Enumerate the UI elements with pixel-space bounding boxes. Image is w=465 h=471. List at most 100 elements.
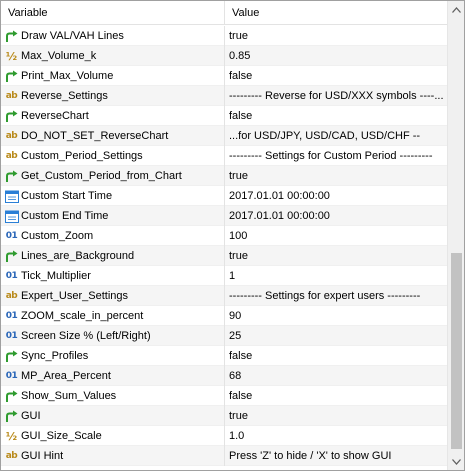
string-ab-icon: ab xyxy=(5,291,18,301)
parameter-row[interactable]: ab Reverse_Settings --------- Reverse for … xyxy=(1,86,447,106)
parameter-value-cell[interactable]: 68 xyxy=(225,366,447,386)
column-header-variable[interactable]: Variable xyxy=(1,1,225,25)
parameter-value-cell[interactable]: 2017.01.01 00:00:00 xyxy=(225,206,447,226)
parameter-name-cell[interactable]: Draw VAL/VAH Lines xyxy=(1,26,225,46)
parameter-name-cell[interactable]: Lines_are_Background xyxy=(1,246,225,266)
parameter-value-cell[interactable]: 90 xyxy=(225,306,447,326)
double-half-icon: ½ xyxy=(5,49,18,63)
parameter-name-cell[interactable]: ab Reverse_Settings xyxy=(1,86,225,106)
parameter-row[interactable]: GUI true xyxy=(1,406,447,426)
parameter-name: Custom End Time xyxy=(21,210,109,222)
grid-header: Variable Value xyxy=(1,1,447,25)
calendar-icon xyxy=(4,189,19,203)
parameter-value-cell[interactable]: true xyxy=(225,166,447,186)
parameter-value-cell[interactable]: false xyxy=(225,106,447,126)
parameter-row[interactable]: Print_Max_Volume false xyxy=(1,66,447,86)
parameter-name-cell[interactable]: ab Custom_Period_Settings xyxy=(1,146,225,166)
parameter-value-cell[interactable]: 100 xyxy=(225,226,447,246)
parameter-row[interactable]: Show_Sum_Values false xyxy=(1,386,447,406)
parameter-value-cell[interactable]: 2017.01.01 00:00:00 xyxy=(225,186,447,206)
parameter-row[interactable]: 01 Tick_Multiplier 1 xyxy=(1,266,447,286)
parameter-name: Max_Volume_k xyxy=(21,50,97,62)
parameter-value-cell[interactable]: false xyxy=(225,386,447,406)
bool-arrow-icon xyxy=(4,249,19,263)
parameter-row[interactable]: Sync_Profiles false xyxy=(1,346,447,366)
parameter-name-cell[interactable]: Get_Custom_Period_from_Chart xyxy=(1,166,225,186)
parameter-name: Sync_Profiles xyxy=(21,350,89,362)
parameter-value-cell[interactable]: true xyxy=(225,26,447,46)
parameter-name-cell[interactable]: Sync_Profiles xyxy=(1,346,225,366)
parameter-value-cell[interactable]: true xyxy=(225,246,447,266)
parameter-name-cell[interactable]: Custom Start Time xyxy=(1,186,225,206)
parameter-value-cell[interactable]: 0.85 xyxy=(225,46,447,66)
integer-01-icon: 01 xyxy=(5,311,18,321)
vertical-scrollbar[interactable] xyxy=(447,1,464,470)
parameter-row[interactable]: Lines_are_Background true xyxy=(1,246,447,266)
parameter-row[interactable]: ab Custom_Period_Settings --------- Settin… xyxy=(1,146,447,166)
string-ab-icon: ab xyxy=(5,151,18,161)
parameter-name-cell[interactable]: ab DO_NOT_SET_ReverseChart xyxy=(1,126,225,146)
integer-01-icon: 01 xyxy=(5,271,18,281)
bool-arrow-icon xyxy=(4,389,19,403)
parameter-name-cell[interactable]: 01 Screen Size % (Left/Right) xyxy=(1,326,225,346)
parameter-value-cell[interactable]: --------- Settings for expert users ----… xyxy=(225,286,447,306)
string-ab-icon: ab xyxy=(5,91,18,101)
parameter-name-cell[interactable]: ReverseChart xyxy=(1,106,225,126)
parameter-name: MP_Area_Percent xyxy=(21,370,111,382)
parameter-row[interactable]: Draw VAL/VAH Lines true xyxy=(1,26,447,46)
parameter-name: ZOOM_scale_in_percent xyxy=(21,310,144,322)
parameter-row[interactable]: 01 MP_Area_Percent 68 xyxy=(1,366,447,386)
scroll-down-icon xyxy=(452,458,461,465)
parameter-name-cell[interactable]: Show_Sum_Values xyxy=(1,386,225,406)
parameter-name-cell[interactable]: Custom End Time xyxy=(1,206,225,226)
parameter-row[interactable]: Get_Custom_Period_from_Chart true xyxy=(1,166,447,186)
parameter-name-cell[interactable]: 01 MP_Area_Percent xyxy=(1,366,225,386)
parameter-row[interactable]: ab GUI Hint Press 'Z' to hide / 'X' to sho… xyxy=(1,446,447,466)
parameter-name: Custom_Period_Settings xyxy=(21,150,143,162)
parameter-row[interactable]: ab Expert_User_Settings --------- Settings… xyxy=(1,286,447,306)
parameter-name-cell[interactable]: Print_Max_Volume xyxy=(1,66,225,86)
parameter-row[interactable]: 01 ZOOM_scale_in_percent 90 xyxy=(1,306,447,326)
parameter-value-cell[interactable]: --------- Reverse for USD/XXX symbols --… xyxy=(225,86,447,106)
scroll-down-button[interactable] xyxy=(448,453,465,470)
parameter-row[interactable]: ab DO_NOT_SET_ReverseChart ...for USD/JPY,… xyxy=(1,126,447,146)
column-header-value[interactable]: Value xyxy=(225,1,447,25)
parameter-value-cell[interactable]: 25 xyxy=(225,326,447,346)
parameter-name-cell[interactable]: 01 Tick_Multiplier xyxy=(1,266,225,286)
parameter-name: Lines_are_Background xyxy=(21,250,135,262)
scroll-up-icon xyxy=(452,6,461,13)
parameter-value-cell[interactable]: true xyxy=(225,406,447,426)
parameter-list: Draw VAL/VAH Lines true ½ Max_Volume_k 0.85 P… xyxy=(1,26,447,470)
inputs-property-grid: Variable Value Draw VAL/VAH Lines true ½ Ma… xyxy=(0,0,465,471)
parameter-name-cell[interactable]: ab GUI Hint xyxy=(1,446,225,466)
parameter-value-cell[interactable]: 1 xyxy=(225,266,447,286)
double-half-icon: ½ xyxy=(5,429,18,443)
parameter-value-cell[interactable]: Press 'Z' to hide / 'X' to show GUI xyxy=(225,446,447,466)
scrollbar-thumb[interactable] xyxy=(451,253,462,449)
parameter-value-cell[interactable]: false xyxy=(225,346,447,366)
parameter-value-cell[interactable]: --------- Settings for Custom Period ---… xyxy=(225,146,447,166)
parameter-value-cell[interactable]: false xyxy=(225,66,447,86)
calendar-icon xyxy=(4,209,19,223)
parameter-row[interactable]: Custom End Time 2017.01.01 00:00:00 xyxy=(1,206,447,226)
parameter-value-cell[interactable]: 1.0 xyxy=(225,426,447,446)
parameter-row[interactable]: ½ Max_Volume_k 0.85 xyxy=(1,46,447,66)
parameter-name-cell[interactable]: 01 ZOOM_scale_in_percent xyxy=(1,306,225,326)
parameter-name: Screen Size % (Left/Right) xyxy=(21,330,151,342)
parameter-name-cell[interactable]: GUI xyxy=(1,406,225,426)
parameter-name-cell[interactable]: ½ Max_Volume_k xyxy=(1,46,225,66)
scroll-up-button[interactable] xyxy=(448,1,465,18)
bool-arrow-icon xyxy=(4,69,19,83)
parameter-row[interactable]: ½ GUI_Size_Scale 1.0 xyxy=(1,426,447,446)
parameter-name: Expert_User_Settings xyxy=(21,290,128,302)
integer-01-icon: 01 xyxy=(5,371,18,381)
parameter-name: Print_Max_Volume xyxy=(21,70,114,82)
parameter-value-cell[interactable]: ...for USD/JPY, USD/CAD, USD/CHF -- xyxy=(225,126,447,146)
parameter-row[interactable]: Custom Start Time 2017.01.01 00:00:00 xyxy=(1,186,447,206)
parameter-name-cell[interactable]: 01 Custom_Zoom xyxy=(1,226,225,246)
parameter-name-cell[interactable]: ab Expert_User_Settings xyxy=(1,286,225,306)
parameter-row[interactable]: ReverseChart false xyxy=(1,106,447,126)
parameter-name-cell[interactable]: ½ GUI_Size_Scale xyxy=(1,426,225,446)
parameter-row[interactable]: 01 Screen Size % (Left/Right) 25 xyxy=(1,326,447,346)
parameter-row[interactable]: 01 Custom_Zoom 100 xyxy=(1,226,447,246)
